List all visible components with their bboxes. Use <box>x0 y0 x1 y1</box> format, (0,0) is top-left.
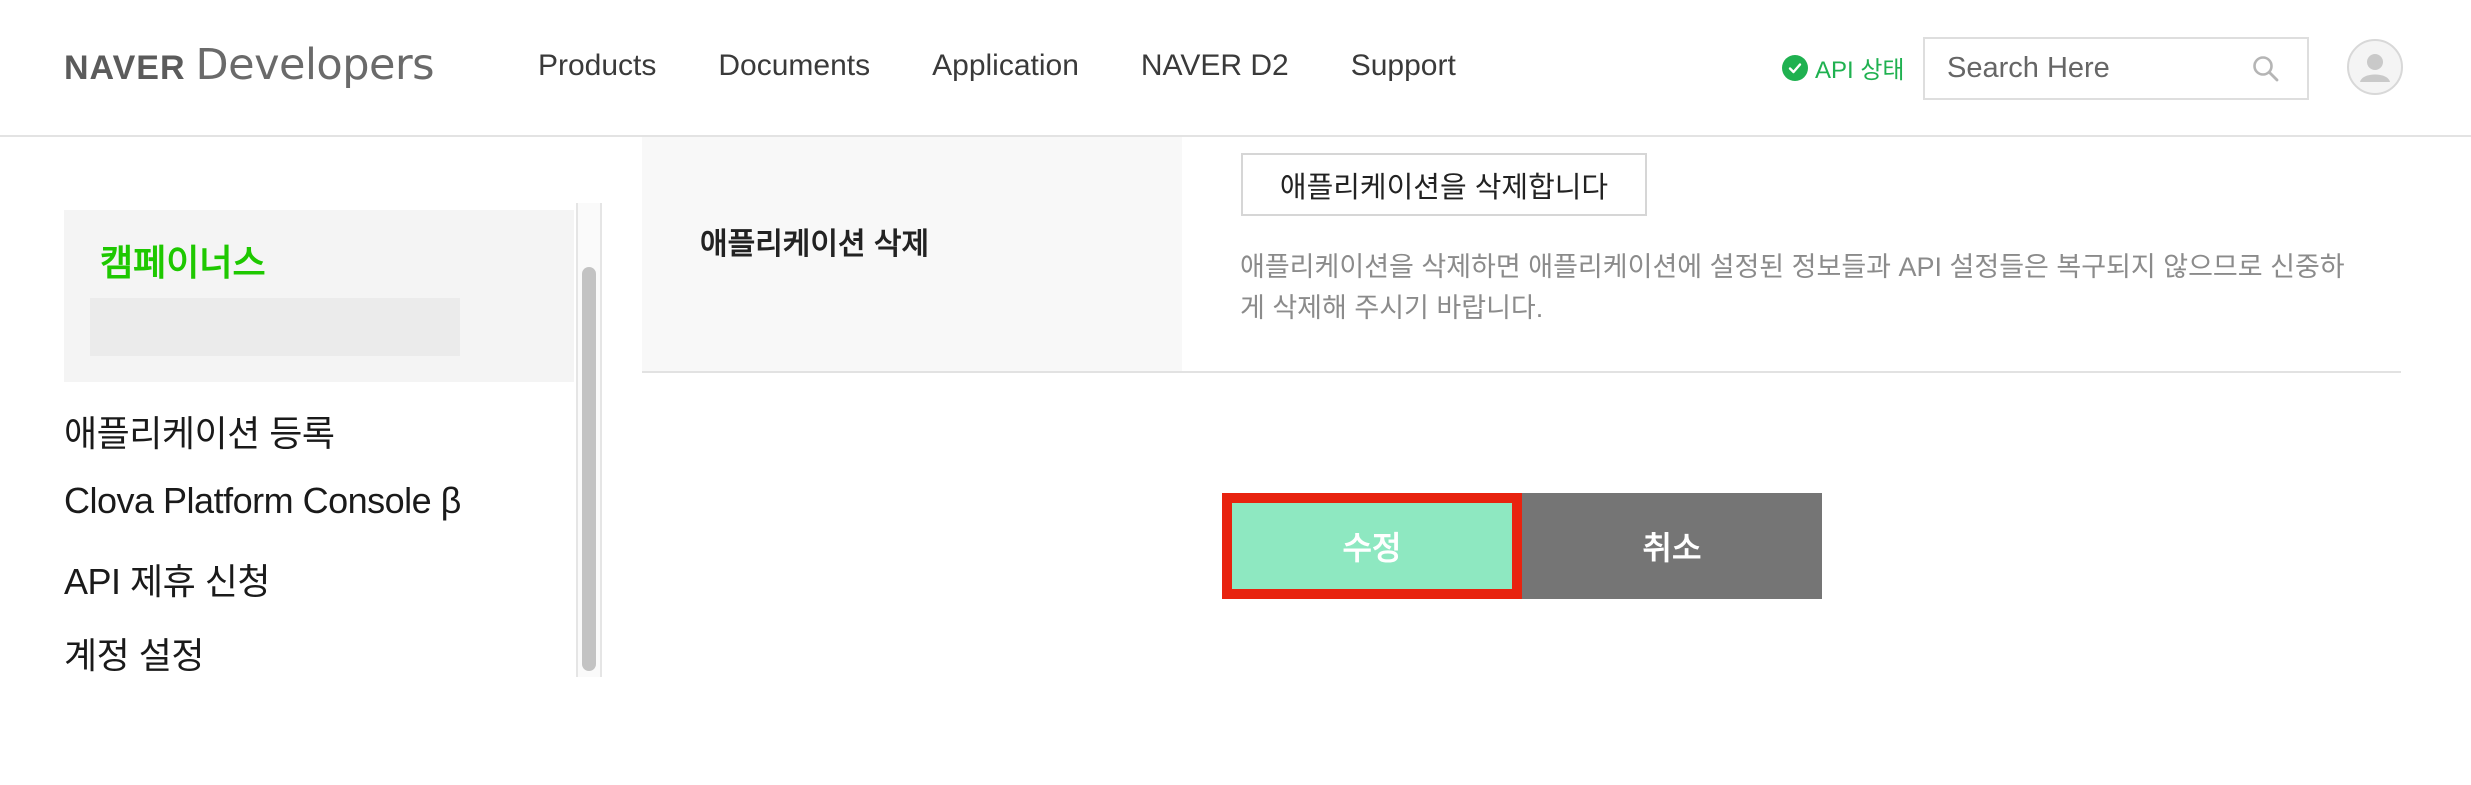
naver-developers-logo[interactable]: NAVER Developers <box>64 40 435 96</box>
sidebar-active-title: 캠페이너스 <box>100 242 266 283</box>
sidebar-item-clova-console[interactable]: Clova Platform Console β <box>64 480 461 522</box>
sidebar-active-section[interactable]: 캠페이너스 <box>64 210 574 382</box>
sidebar-subitem-placeholder <box>90 298 460 356</box>
api-status-label: API 상태 <box>1815 57 1905 84</box>
delete-description-line1: 애플리케이션을 삭제하면 애플리케이션에 설정된 정보들과 API 설정들은 복… <box>1240 252 2345 282</box>
save-button[interactable]: 수정 <box>1222 493 1522 599</box>
logo-brand: NAVER <box>64 49 186 87</box>
delete-application-button[interactable]: 애플리케이션을 삭제합니다 <box>1241 153 1647 216</box>
nav-support[interactable]: Support <box>1351 46 1456 86</box>
scrollbar-thumb[interactable] <box>582 267 596 671</box>
delete-description-line2: 게 삭제해 주시기 바랍니다. <box>1240 293 1544 323</box>
sidebar-item-api-partnership[interactable]: API 제휴 신청 <box>64 553 271 605</box>
delete-description: 애플리케이션을 삭제하면 애플리케이션에 설정된 정보들과 API 설정들은 복… <box>1240 247 2365 329</box>
check-circle-icon <box>1782 54 1808 81</box>
row-divider <box>642 371 2401 373</box>
delete-row-label-cell: 애플리케이션 삭제 <box>642 137 1182 371</box>
top-header: NAVER Developers Products Documents Appl… <box>0 0 2471 137</box>
search-box <box>1923 37 2309 100</box>
nav-documents[interactable]: Documents <box>718 46 870 86</box>
search-input[interactable] <box>1925 39 2245 98</box>
nav-products[interactable]: Products <box>538 46 656 86</box>
sidebar-item-account-settings[interactable]: 계정 설정 <box>64 627 204 679</box>
sidebar-scrollbar[interactable] <box>576 203 602 677</box>
nav-naver-d2[interactable]: NAVER D2 <box>1141 46 1289 86</box>
sidebar-item-app-register[interactable]: 애플리케이션 등록 <box>64 405 335 457</box>
main-nav: Products Documents Application NAVER D2 … <box>538 46 1518 86</box>
cancel-button[interactable]: 취소 <box>1522 493 1822 599</box>
logo-product: Developers <box>195 40 435 90</box>
delete-row-label: 애플리케이션 삭제 <box>700 228 930 261</box>
search-icon[interactable] <box>2251 54 2281 84</box>
user-avatar-icon[interactable] <box>2347 39 2403 95</box>
api-status-link[interactable]: API 상태 <box>1782 50 1905 85</box>
nav-application[interactable]: Application <box>932 46 1079 86</box>
